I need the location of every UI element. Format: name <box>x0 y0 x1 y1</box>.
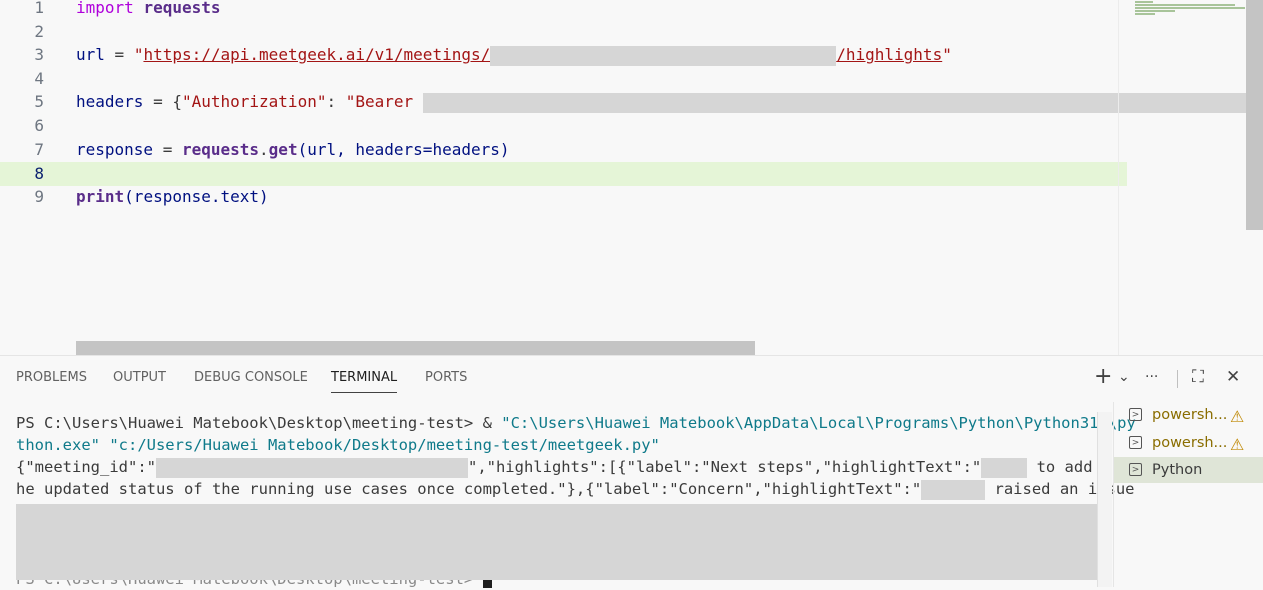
vertical-scrollbar[interactable] <box>1246 0 1263 230</box>
module-name: requests <box>143 0 221 17</box>
bottom-panel: PROBLEMS OUTPUT DEBUG CONSOLE TERMINAL P… <box>0 355 1263 588</box>
minimap-line <box>1135 10 1175 12</box>
dot: . <box>259 140 269 159</box>
redacted-block <box>921 479 986 500</box>
tab-problems[interactable]: PROBLEMS <box>16 370 87 385</box>
line-number: 4 <box>34 69 44 88</box>
terminal-name: powersh... <box>1152 407 1228 423</box>
line-number: 2 <box>34 22 44 41</box>
line-number: 5 <box>34 92 44 111</box>
terminal-line: PS C:\Users\Huawei Matebook\Desktop\meet… <box>16 412 1136 434</box>
terminal-line: thon.exe" "c:/Users/Huawei Matebook/Desk… <box>16 434 660 456</box>
variable: headers <box>76 92 144 111</box>
operator: = <box>153 140 182 159</box>
code-line-7[interactable]: response = requests.get(url, headers=hea… <box>76 138 510 162</box>
keyword: import <box>76 0 134 17</box>
add-terminal-icon[interactable]: + <box>1094 365 1112 389</box>
maximize-panel-icon[interactable]: ⛶ <box>1192 365 1204 389</box>
warning-icon: ⚠ <box>1230 407 1245 426</box>
toolbar-divider <box>1177 370 1178 388</box>
close-panel-icon[interactable]: ✕ <box>1226 365 1240 389</box>
url-link-end[interactable]: /highlights <box>836 45 942 64</box>
tab-debug-console[interactable]: DEBUG CONSOLE <box>194 370 308 385</box>
redacted-block <box>981 457 1028 478</box>
operator: = { <box>143 92 182 111</box>
arguments: (response.text) <box>124 187 269 206</box>
terminal-prompt: PS C:\Users\Huawei Matebook\Desktop\meet… <box>16 414 502 432</box>
tab-output[interactable]: OUTPUT <box>113 370 166 385</box>
code-line-5[interactable]: headers = {"Authorization": "Bearer <box>76 90 1253 114</box>
function-name: get <box>268 140 298 159</box>
panel-tabs: PROBLEMS OUTPUT DEBUG CONSOLE TERMINAL P… <box>0 356 1263 402</box>
terminal-text: {"meeting_id":" <box>16 458 156 476</box>
terminal-list-item[interactable]: > Python <box>1114 457 1263 483</box>
code-line-1[interactable]: import requests <box>76 0 221 20</box>
redacted-block <box>490 45 837 66</box>
terminal-line: {"meeting_id":" ","highlights":[{"label":… <box>16 456 1111 478</box>
terminal-icon: > <box>1129 463 1142 476</box>
minimap-line <box>1135 13 1155 15</box>
horizontal-scrollbar[interactable] <box>76 341 755 355</box>
terminal-icon: > <box>1129 408 1142 421</box>
chevron-down-icon[interactable]: ⌄ <box>1118 365 1130 389</box>
redacted-block <box>155 457 468 478</box>
terminal-list: > powersh... ⚠ > powersh... ⚠ > Python <box>1113 402 1263 587</box>
colon: : <box>326 92 346 111</box>
string: "Authorization" <box>181 92 327 111</box>
terminal-name: Python <box>1152 462 1203 478</box>
line-number: 3 <box>34 45 44 64</box>
code-line-3[interactable]: url = "https://api.meetgeek.ai/v1/meetin… <box>76 43 952 67</box>
module-name: requests <box>181 140 260 159</box>
redacted-output-block <box>16 504 1112 580</box>
url-link[interactable]: https://api.meetgeek.ai/v1/meetings/ <box>143 45 490 64</box>
terminal-scrollbar[interactable] <box>1097 412 1112 587</box>
quote: " <box>942 45 952 64</box>
terminal-text: he updated status of the running use cas… <box>16 480 922 498</box>
terminal-line: he updated status of the running use cas… <box>16 478 1135 500</box>
function-name: print <box>76 187 125 206</box>
string: "Bearer <box>345 92 423 111</box>
code-editor[interactable]: 1 2 3 4 5 6 7 8 9 import requests url = … <box>0 0 1263 355</box>
tab-ports[interactable]: PORTS <box>425 370 467 385</box>
terminal-list-item[interactable]: > powersh... ⚠ <box>1114 430 1263 456</box>
minimap-line <box>1135 7 1245 9</box>
more-actions-icon[interactable]: ··· <box>1145 365 1158 389</box>
terminal-path: thon.exe" "c:/Users/Huawei Matebook/Desk… <box>16 436 660 454</box>
operator: = <box>104 45 134 64</box>
code-line-9[interactable]: print(response.text) <box>76 185 269 209</box>
terminal-text: ","highlights":[{"label":"Next steps","h… <box>467 458 982 476</box>
terminal-path: "C:\Users\Huawei Matebook\AppData\Local\… <box>501 414 1136 432</box>
line-number: 1 <box>34 0 44 17</box>
quote: " <box>133 45 144 64</box>
line-number: 7 <box>34 140 44 159</box>
terminal-icon: > <box>1129 436 1142 449</box>
minimap-line <box>1135 1 1153 3</box>
variable: url <box>76 45 105 64</box>
minimap[interactable] <box>1127 0 1247 230</box>
line-number: 6 <box>34 116 44 135</box>
tab-terminal[interactable]: TERMINAL <box>331 370 398 393</box>
arguments: (url, headers=headers) <box>297 140 510 159</box>
variable: response <box>76 140 154 159</box>
minimap-line <box>1135 4 1235 6</box>
active-line-highlight <box>0 162 1127 186</box>
line-number: 8 <box>34 164 44 183</box>
warning-icon: ⚠ <box>1230 435 1245 454</box>
terminal-name: powersh... <box>1152 435 1228 451</box>
line-number: 9 <box>34 187 44 206</box>
editor-ruler <box>1118 0 1119 355</box>
terminal-list-item[interactable]: > powersh... ⚠ <box>1114 402 1263 428</box>
